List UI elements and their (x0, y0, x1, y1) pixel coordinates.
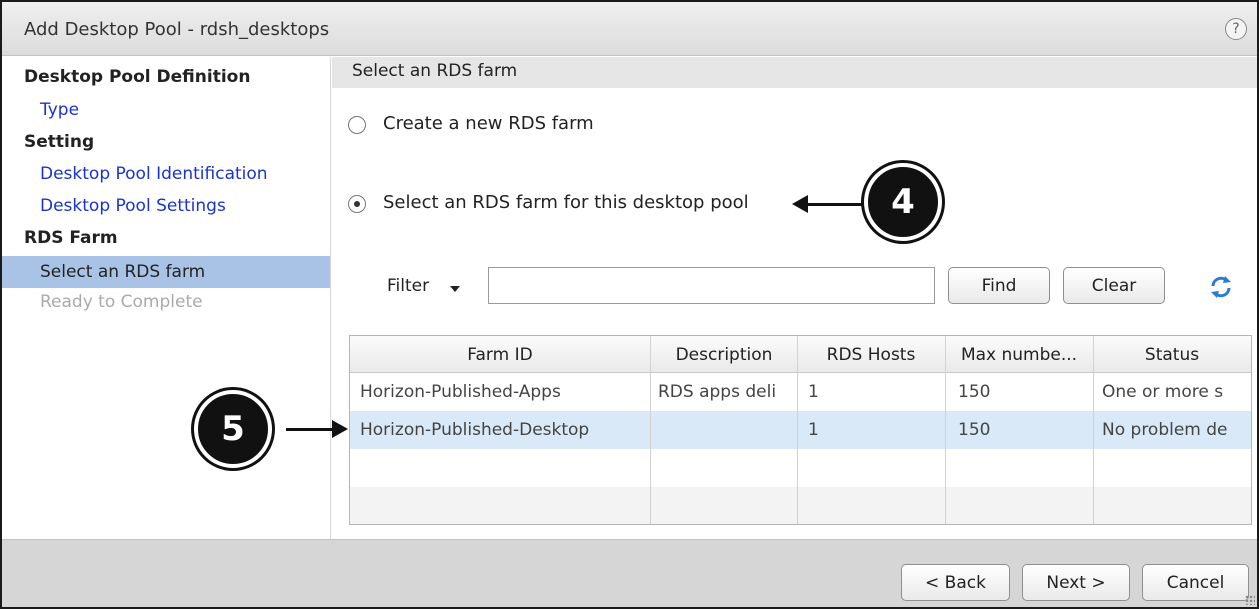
help-icon[interactable]: ? (1225, 18, 1247, 40)
column-status[interactable]: Status (1094, 345, 1250, 365)
cell-description: RDS apps deli (658, 382, 777, 402)
sidebar-item-select-rds-farm[interactable]: Select an RDS farm (2, 256, 330, 288)
cell-status: No problem de (1102, 420, 1228, 440)
add-desktop-pool-window: Add Desktop Pool - rdsh_desktops ? Deskt… (0, 0, 1259, 609)
callout-4-arrow (806, 203, 864, 206)
window-title: Add Desktop Pool - rdsh_desktops (24, 19, 330, 40)
cell-rds-hosts: 1 (808, 420, 819, 440)
title-bar: Add Desktop Pool - rdsh_desktops ? (2, 2, 1257, 56)
sidebar-section-definition: Desktop Pool Definition (24, 67, 251, 87)
select-existing-farm-radio[interactable] (348, 195, 366, 213)
column-farm-id[interactable]: Farm ID (350, 345, 650, 365)
farm-table: Farm ID Description RDS Hosts Max numbe.… (349, 335, 1252, 525)
next-button[interactable]: Next > (1022, 564, 1130, 601)
table-header: Farm ID Description RDS Hosts Max numbe.… (350, 336, 1251, 373)
select-existing-farm-label[interactable]: Select an RDS farm for this desktop pool (383, 192, 749, 213)
wizard-footer: < Back Next > Cancel (2, 539, 1257, 607)
sidebar-item-identification[interactable]: Desktop Pool Identification (40, 164, 268, 184)
sidebar-item-type[interactable]: Type (40, 100, 79, 120)
table-row-selected[interactable]: Horizon-Published-Desktop 1 150 No probl… (350, 411, 1251, 449)
chevron-down-icon[interactable] (450, 286, 460, 292)
cell-farm-id: Horizon-Published-Desktop (360, 420, 590, 440)
cell-max-number: 150 (958, 420, 991, 440)
filter-dropdown-label[interactable]: Filter (387, 276, 429, 296)
callout-5-arrowhead (332, 420, 348, 438)
sidebar-item-settings[interactable]: Desktop Pool Settings (40, 196, 226, 216)
page-title: Select an RDS farm (352, 61, 518, 81)
callout-step-5: 5 (194, 390, 272, 468)
refresh-icon[interactable] (1208, 274, 1234, 300)
cancel-button[interactable]: Cancel (1142, 564, 1249, 601)
clear-button[interactable]: Clear (1063, 267, 1165, 304)
create-new-farm-radio[interactable] (348, 116, 366, 134)
table-row-empty (350, 487, 1251, 524)
callout-5-arrow (286, 428, 334, 431)
column-divider (945, 336, 946, 524)
cell-farm-id: Horizon-Published-Apps (360, 382, 561, 402)
create-new-farm-label[interactable]: Create a new RDS farm (383, 113, 594, 134)
sidebar-section-rds-farm: RDS Farm (24, 228, 118, 248)
column-description[interactable]: Description (651, 345, 797, 365)
column-divider (797, 336, 798, 524)
table-row-empty (350, 449, 1251, 487)
sidebar-item-label: Select an RDS farm (40, 262, 206, 282)
back-button[interactable]: < Back (901, 564, 1010, 601)
resize-grip-icon[interactable] (1245, 595, 1255, 605)
column-rds-hosts[interactable]: RDS Hosts (798, 345, 944, 365)
cell-max-number: 150 (958, 382, 991, 402)
table-row[interactable]: Horizon-Published-Apps RDS apps deli 1 1… (350, 373, 1251, 411)
sidebar-section-setting: Setting (24, 132, 95, 152)
cell-rds-hosts: 1 (808, 382, 819, 402)
wizard-steps-sidebar: Desktop Pool Definition Type Setting Des… (2, 57, 331, 539)
page-title-bar: Select an RDS farm (332, 57, 1257, 88)
column-divider (1093, 336, 1094, 524)
column-max-number[interactable]: Max numbe... (946, 345, 1092, 365)
cell-status: One or more s (1102, 382, 1224, 402)
find-button[interactable]: Find (948, 267, 1050, 304)
column-divider (650, 336, 651, 524)
callout-step-4: 4 (864, 163, 942, 241)
filter-input[interactable] (488, 267, 935, 304)
sidebar-item-ready-to-complete: Ready to Complete (40, 292, 203, 312)
